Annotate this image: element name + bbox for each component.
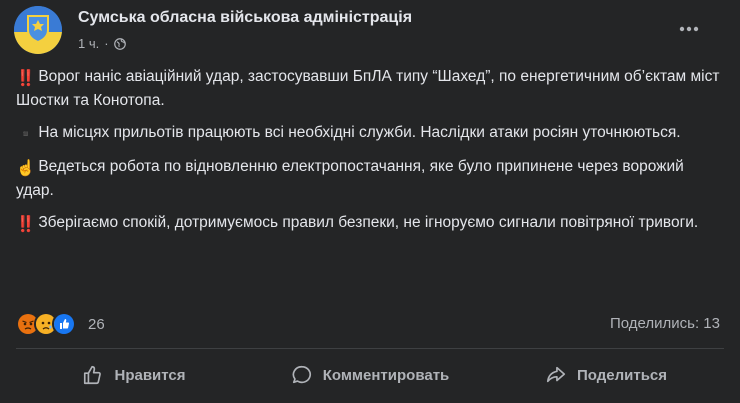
black-square-icon: ▪️ (16, 126, 36, 143)
post-paragraph: ▪️ На місцях прильотів працюють всі необх… (16, 122, 721, 146)
post-paragraph: ‼️ Зберігаємо спокій, дотримуємось правил… (16, 212, 721, 236)
globe-icon (113, 37, 126, 50)
share-button[interactable]: Поделиться (488, 352, 724, 398)
paragraph-text: На місцях прильотів працюють всі необхід… (38, 124, 681, 141)
reactions-summary[interactable]: 26 (16, 312, 105, 336)
pointing-up-icon: ☝️ (16, 160, 36, 177)
comment-button[interactable]: Комментировать (252, 352, 488, 398)
paragraph-text: Ведеться робота по відновленню електропо… (16, 158, 684, 199)
post-paragraph: ☝️ Ведеться робота по відновленню електро… (16, 156, 721, 202)
like-label: Нравится (114, 366, 186, 384)
thumbs-up-icon (84, 365, 102, 385)
reaction-icons (16, 312, 76, 336)
paragraph-text: Ворог наніс авіаційний удар, застосувавш… (16, 68, 720, 109)
like-button[interactable]: Нравится (16, 352, 252, 398)
double-exclamation-icon: ‼️ (16, 70, 36, 87)
author-name[interactable]: Сумська обласна військова адміністрація (78, 9, 412, 27)
post-text: ‼️ Ворог наніс авіаційний удар, застосува… (16, 66, 721, 246)
comment-icon (292, 365, 311, 384)
divider (16, 348, 724, 349)
post-card: Сумська обласна військова адміністрація … (0, 0, 740, 403)
like-icon (52, 312, 76, 336)
share-icon (546, 366, 566, 383)
more-options-button[interactable] (677, 17, 701, 41)
meta-separator: · (104, 36, 109, 51)
more-horizontal-icon (679, 26, 699, 32)
shares-count[interactable]: Поделились: 13 (610, 315, 720, 332)
post-meta: 1 ч. · (78, 36, 126, 51)
post-actions: Нравится Комментировать Поделиться (16, 352, 724, 398)
paragraph-text: Зберігаємо спокій, дотримуємось правил б… (38, 214, 699, 231)
post-time[interactable]: 1 ч. (78, 36, 99, 51)
coat-of-arms-icon (14, 6, 62, 54)
share-label: Поделиться (576, 366, 668, 384)
author-avatar[interactable] (14, 6, 62, 54)
post-paragraph: ‼️ Ворог наніс авіаційний удар, застосува… (16, 66, 721, 112)
double-exclamation-icon: ‼️ (16, 216, 36, 233)
comment-label: Комментировать (322, 366, 450, 384)
reaction-count: 26 (88, 315, 105, 333)
